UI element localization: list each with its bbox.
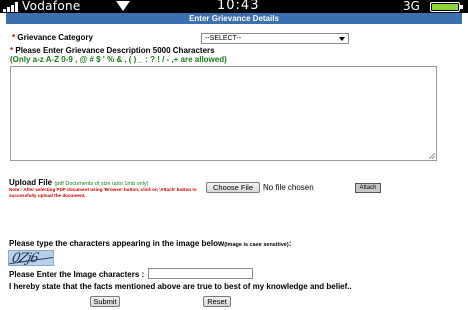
status-bar: Vodafone 10:43 3G: [0, 0, 468, 13]
attach-button[interactable]: Attach: [355, 183, 381, 193]
signal-strength-icon: [3, 2, 19, 12]
network-type: 3G: [403, 0, 420, 13]
captcha-input[interactable]: [148, 268, 253, 279]
category-select[interactable]: --SELECT--: [201, 33, 349, 44]
category-label: * Grievance Category: [12, 33, 93, 42]
page-title: Enter Grievance Details: [6, 13, 462, 24]
choose-file-button[interactable]: Choose File: [206, 182, 260, 193]
reset-button[interactable]: Reset: [203, 296, 231, 307]
captcha-input-label: Please Enter the Image characters :: [9, 270, 145, 279]
captcha-image: 0Zj6: [8, 250, 54, 266]
captcha-instruction-text: Please type the characters appearing in …: [9, 239, 225, 248]
upload-note: Note:- After selecting PDF document usin…: [9, 187, 197, 198]
file-status: No file chosen: [263, 183, 314, 192]
resize-grip-icon[interactable]: [429, 153, 435, 159]
category-label-text: Grievance Category: [17, 33, 93, 42]
battery-icon: [430, 2, 463, 12]
upload-label: Upload File (pdf Documents of size upto …: [9, 178, 149, 187]
chevron-down-icon: [339, 37, 345, 41]
clock: 10:43: [217, 0, 260, 13]
description-textarea[interactable]: [10, 66, 437, 161]
carrier-name: Vodafone: [22, 0, 81, 13]
required-mark: *: [10, 46, 14, 55]
required-mark: *: [12, 33, 16, 42]
category-selected-value: --SELECT--: [205, 35, 242, 42]
description-hint: (Only a-z A-Z 0-9 , @ # $ ' % & , ( ) _ …: [10, 55, 227, 64]
declaration-text: I hereby state that the facts mentioned …: [9, 282, 352, 291]
description-label-text: Please Enter Grievance Description 5000 …: [15, 46, 215, 55]
captcha-instruction-colon: :: [288, 239, 292, 248]
wifi-icon: [116, 1, 130, 11]
captcha-case-note: (Image is case sensitive): [224, 242, 289, 248]
upload-label-text: Upload File: [9, 178, 53, 187]
captcha-instruction: Please type the characters appearing in …: [9, 239, 291, 248]
submit-button[interactable]: Submit: [90, 296, 120, 307]
description-label: * Please Enter Grievance Description 500…: [10, 46, 215, 55]
